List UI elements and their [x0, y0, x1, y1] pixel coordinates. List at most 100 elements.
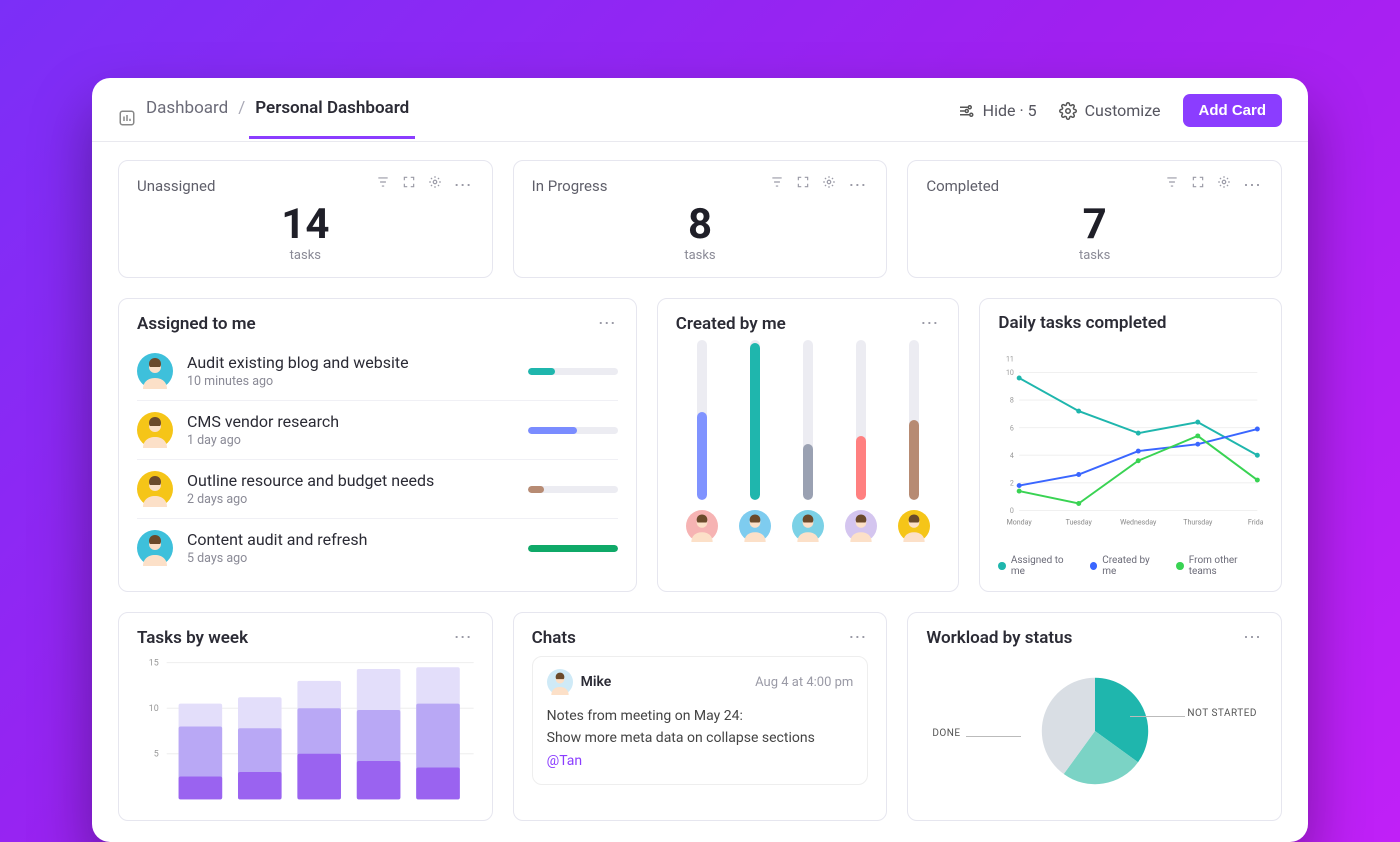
- card-title: Assigned to me: [137, 314, 598, 334]
- task-item[interactable]: Content audit and refresh 5 days ago: [137, 518, 618, 577]
- stat-title: Unassigned: [137, 177, 376, 195]
- breadcrumb-root[interactable]: Dashboard: [146, 98, 228, 138]
- task-item[interactable]: CMS vendor research 1 day ago: [137, 400, 618, 459]
- chat-message[interactable]: Mike Aug 4 at 4:00 pm Notes from meeting…: [532, 656, 869, 785]
- chart-legend: Assigned to meCreated by meFrom other te…: [998, 555, 1263, 577]
- daily-card: Daily tasks completed 024681011MondayTue…: [979, 298, 1282, 592]
- chat-author: Mike: [581, 674, 612, 690]
- more-icon[interactable]: ⋯: [598, 313, 618, 334]
- breadcrumb-current[interactable]: Personal Dashboard: [255, 98, 409, 138]
- avatar[interactable]: [845, 510, 877, 542]
- task-item[interactable]: Outline resource and budget needs 2 days…: [137, 459, 618, 518]
- task-list: Audit existing blog and website 10 minut…: [137, 342, 618, 577]
- task-progress: [528, 427, 618, 434]
- avatar[interactable]: [792, 510, 824, 542]
- avatar: [137, 412, 173, 448]
- legend-item: Assigned to me: [998, 555, 1075, 577]
- gear-icon[interactable]: [428, 175, 442, 196]
- vbar-column: [792, 340, 824, 542]
- workload-card: Workload by status ⋯ DONE NOT STARTED: [907, 612, 1282, 821]
- task-progress: [528, 486, 618, 493]
- hide-label: Hide · 5: [983, 101, 1037, 120]
- customize-label: Customize: [1085, 101, 1161, 120]
- svg-text:Tuesday: Tuesday: [1066, 518, 1093, 527]
- assigned-card: Assigned to me ⋯ Audit existing blog and…: [118, 298, 637, 592]
- stat-card-unassigned: Unassigned ⋯ 14 tasks: [118, 160, 493, 278]
- pie-label-done: DONE: [932, 728, 960, 739]
- avatar[interactable]: [898, 510, 930, 542]
- pie-label-notstarted: NOT STARTED: [1187, 708, 1257, 719]
- task-title: Outline resource and budget needs: [187, 471, 514, 490]
- stat-value: 7: [926, 204, 1263, 246]
- card-title: Chats: [532, 628, 849, 648]
- more-icon[interactable]: ⋯: [1243, 627, 1263, 648]
- customize-button[interactable]: Customize: [1059, 101, 1161, 120]
- stat-value: 14: [137, 204, 474, 246]
- add-card-button[interactable]: Add Card: [1183, 94, 1283, 127]
- task-subtitle: 2 days ago: [187, 492, 514, 507]
- task-item[interactable]: Audit existing blog and website 10 minut…: [137, 342, 618, 400]
- avatar[interactable]: [686, 510, 718, 542]
- stat-card-inprogress: In Progress ⋯ 8 tasks: [513, 160, 888, 278]
- task-title: Audit existing blog and website: [187, 353, 514, 372]
- bar-chart: 51015: [137, 656, 474, 806]
- content: Unassigned ⋯ 14 tasks In Progress: [92, 142, 1308, 842]
- card-title: Daily tasks completed: [998, 313, 1263, 333]
- chat-time: Aug 4 at 4:00 pm: [755, 675, 853, 690]
- svg-text:6: 6: [1010, 423, 1014, 432]
- svg-text:8: 8: [1010, 396, 1014, 405]
- filter-icon[interactable]: [770, 175, 784, 196]
- svg-text:11: 11: [1006, 354, 1014, 363]
- gear-icon[interactable]: [1217, 175, 1231, 196]
- vbar-track: [909, 340, 919, 500]
- task-title: Content audit and refresh: [187, 530, 514, 549]
- chat-line: Show more meta data on collapse sections: [547, 727, 854, 749]
- svg-text:0: 0: [1010, 506, 1014, 515]
- stat-title: Completed: [926, 177, 1165, 195]
- svg-text:5: 5: [154, 750, 159, 760]
- chat-mention[interactable]: @Tan: [547, 750, 854, 772]
- vbar-track: [856, 340, 866, 500]
- svg-text:Thursday: Thursday: [1184, 518, 1214, 527]
- gear-icon: [1059, 102, 1077, 120]
- more-icon[interactable]: ⋯: [920, 313, 940, 334]
- gear-icon[interactable]: [822, 175, 836, 196]
- expand-icon[interactable]: [796, 175, 810, 196]
- vbar-column: [845, 340, 877, 542]
- hide-button[interactable]: Hide · 5: [957, 101, 1037, 120]
- stat-value: 8: [532, 204, 869, 246]
- expand-icon[interactable]: [402, 175, 416, 196]
- app-window: Dashboard / Personal Dashboard Hide · 5 …: [92, 78, 1308, 842]
- expand-icon[interactable]: [1191, 175, 1205, 196]
- sliders-icon: [957, 102, 975, 120]
- more-icon[interactable]: ⋯: [1243, 175, 1263, 196]
- vbar-track: [750, 340, 760, 500]
- card-title: Created by me: [676, 314, 921, 334]
- avatar[interactable]: [739, 510, 771, 542]
- task-subtitle: 5 days ago: [187, 551, 514, 566]
- stat-unit: tasks: [137, 248, 474, 263]
- svg-text:4: 4: [1010, 451, 1014, 460]
- more-icon[interactable]: ⋯: [454, 627, 474, 648]
- vertical-bar-chart: [676, 342, 941, 542]
- stat-title: In Progress: [532, 177, 771, 195]
- more-icon[interactable]: ⋯: [848, 175, 868, 196]
- vbar-column: [898, 340, 930, 542]
- avatar: [137, 353, 173, 389]
- more-icon[interactable]: ⋯: [454, 175, 474, 196]
- task-subtitle: 10 minutes ago: [187, 374, 514, 389]
- filter-icon[interactable]: [1165, 175, 1179, 196]
- avatar: [137, 471, 173, 507]
- svg-text:Monday: Monday: [1007, 518, 1033, 527]
- avatar: [137, 530, 173, 566]
- svg-text:Wednesday: Wednesday: [1121, 518, 1158, 527]
- task-progress: [528, 368, 618, 375]
- svg-text:2: 2: [1010, 478, 1014, 487]
- avatar: [547, 669, 573, 695]
- chats-card: Chats ⋯ Mike Aug 4 at 4:00 pm Notes from…: [513, 612, 888, 821]
- breadcrumb: Dashboard / Personal Dashboard: [118, 98, 409, 138]
- legend-item: From other teams: [1176, 555, 1263, 577]
- filter-icon[interactable]: [376, 175, 390, 196]
- more-icon[interactable]: ⋯: [848, 627, 868, 648]
- created-card: Created by me ⋯: [657, 298, 960, 592]
